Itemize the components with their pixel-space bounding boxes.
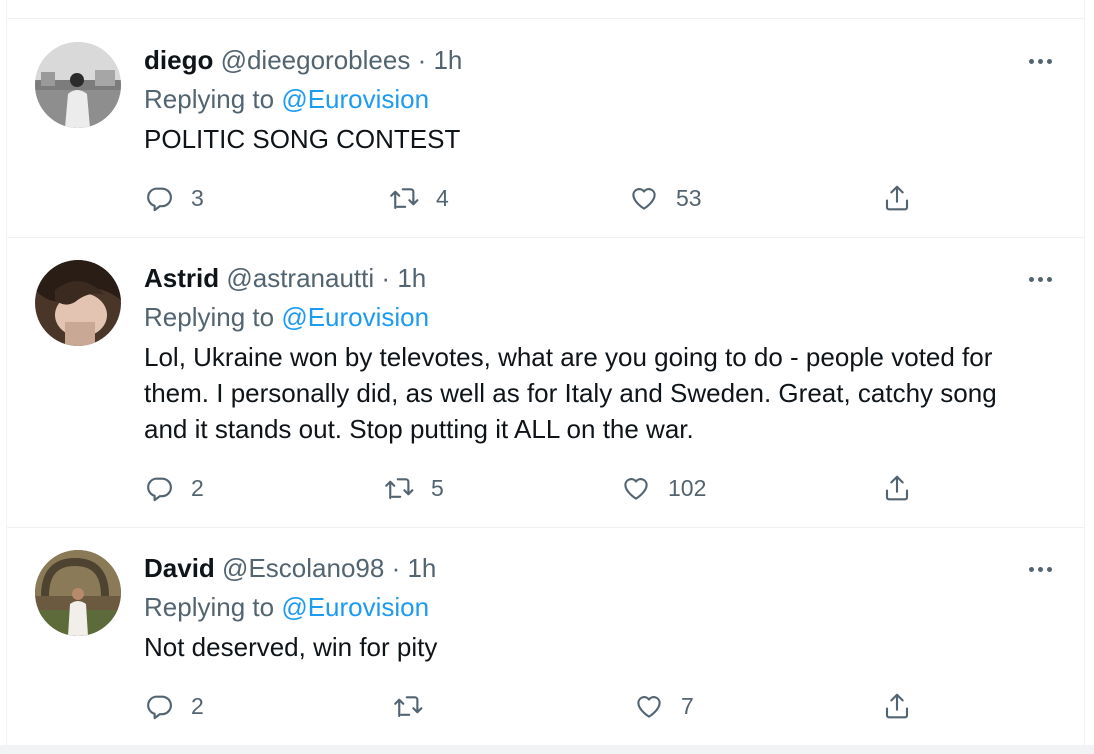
mention-link[interactable]: @Eurovision [281,592,429,622]
reply-button[interactable]: 2 [144,468,204,508]
replying-to: Replying to @Eurovision [144,83,429,115]
avatar[interactable] [35,42,121,128]
replying-to: Replying to @Eurovision [144,591,429,623]
tweet-text: Not deserved, win for pity [144,632,438,662]
display-name[interactable]: David [144,553,215,583]
retweet-button[interactable] [393,686,440,726]
reply-icon [147,187,172,212]
timestamp[interactable]: 1h [407,553,436,583]
replying-prefix: Replying to [144,302,275,332]
more-icon[interactable] [1020,47,1060,75]
user-handle[interactable]: @dieegoroblees [221,45,411,75]
like-icon [632,188,656,210]
tweet[interactable]: David @Escolano98 · 1h Replying to @Euro… [7,527,1084,745]
tweet-header: David @Escolano98 · 1h [144,552,436,584]
tweet-actions: 3 4 53 [144,178,924,218]
tweet-header: diego @dieegoroblees · 1h [144,44,462,76]
reply-count: 3 [191,184,204,211]
tweet-text: Lol, Ukraine won by televotes, what are … [144,342,997,444]
page-bottom-strip [0,745,1094,754]
retweet-count: 5 [431,474,444,501]
retweet-count: 4 [436,184,449,211]
timeline: diego @dieegoroblees · 1h Replying to @E… [6,0,1085,745]
reply-button[interactable]: 2 [144,686,204,726]
reply-count: 2 [191,474,204,501]
reply-count: 2 [191,692,204,719]
like-button[interactable]: 7 [634,686,694,726]
retweet-icon [390,188,419,210]
like-button[interactable]: 53 [629,178,702,218]
display-name[interactable]: diego [144,45,213,75]
tweet-actions: 2 5 102 [144,468,924,508]
timestamp[interactable]: 1h [433,45,462,75]
more-icon[interactable] [1020,555,1060,583]
like-count: 102 [668,474,707,501]
like-icon [624,478,648,500]
reply-icon [147,477,172,502]
like-button[interactable]: 102 [621,468,706,508]
separator-dot: · [391,553,401,583]
tweet-text: POLITIC SONG CONTEST [144,124,461,154]
replying-prefix: Replying to [144,592,275,622]
share-icon [885,693,909,719]
user-handle[interactable]: @astranautti [226,263,374,293]
tweet-actions: 2 7 [144,686,924,726]
share-button[interactable] [882,468,912,508]
replying-to: Replying to @Eurovision [144,301,429,333]
separator-dot: · [381,263,391,293]
like-icon [637,696,661,718]
like-count: 7 [681,692,694,719]
display-name[interactable]: Astrid [144,263,219,293]
retweet-button[interactable]: 5 [384,468,444,508]
more-icon[interactable] [1020,265,1060,293]
tweet[interactable]: diego @dieegoroblees · 1h Replying to @E… [7,19,1084,238]
share-button[interactable] [882,686,912,726]
reply-button[interactable]: 3 [144,178,204,218]
timestamp[interactable]: 1h [397,263,426,293]
retweet-button[interactable]: 4 [389,178,449,218]
separator-dot: · [417,45,427,75]
reply-icon [147,695,172,720]
replying-prefix: Replying to [144,84,275,114]
like-count: 53 [676,184,702,211]
retweet-icon [385,478,414,500]
tweet-header: Astrid @astranautti · 1h [144,262,426,294]
share-icon [885,185,909,211]
mention-link[interactable]: @Eurovision [281,84,429,114]
avatar[interactable] [35,550,121,636]
tweet[interactable]: Astrid @astranautti · 1h Replying to @Eu… [7,237,1084,528]
mention-link[interactable]: @Eurovision [281,302,429,332]
user-handle[interactable]: @Escolano98 [222,553,384,583]
avatar[interactable] [35,260,121,346]
share-button[interactable] [882,178,912,218]
retweet-icon [394,696,423,718]
share-icon [885,475,909,501]
